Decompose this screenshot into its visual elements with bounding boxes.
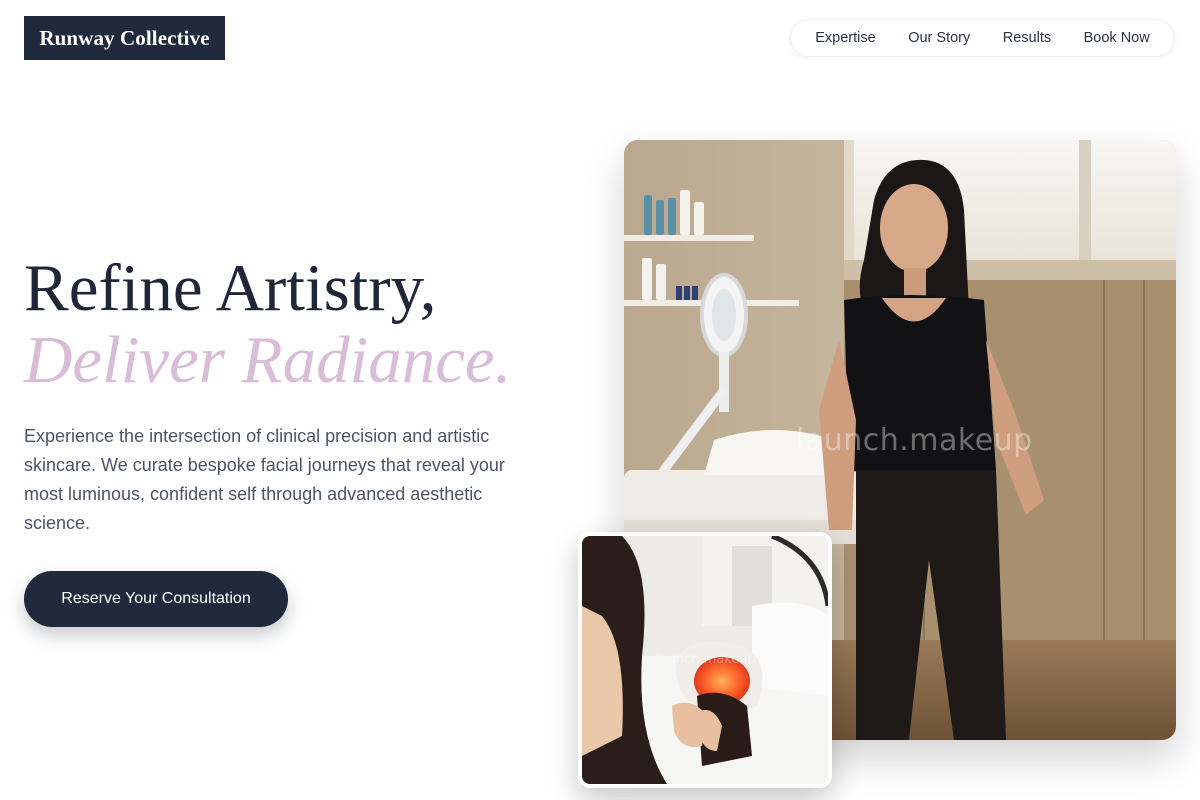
hero-title-line1: Refine Artistry, xyxy=(24,251,437,325)
nav-link-results[interactable]: Results xyxy=(1003,30,1051,46)
inset-photo-illustration xyxy=(582,536,828,784)
brand-name: Runway Collective xyxy=(39,25,210,50)
landing-page: Runway Collective Expertise Our Story Re… xyxy=(0,0,1200,800)
nav-link-book-now[interactable]: Book Now xyxy=(1084,30,1150,46)
nav-link-expertise[interactable]: Expertise xyxy=(815,30,875,46)
hero-title-line2: Deliver Radiance. xyxy=(24,323,512,397)
inset-photo-led-treatment: launch.makeup xyxy=(578,532,832,788)
hero-description: Experience the intersection of clinical … xyxy=(24,426,505,533)
reserve-consultation-button[interactable]: Reserve Your Consultation xyxy=(24,571,288,627)
brand-logo[interactable]: Runway Collective xyxy=(24,16,225,60)
hero-headline: Refine Artistry, Deliver Radiance. xyxy=(24,252,511,396)
nav-link-our-story[interactable]: Our Story xyxy=(908,30,970,46)
main-nav: Expertise Our Story Results Book Now xyxy=(790,19,1175,57)
